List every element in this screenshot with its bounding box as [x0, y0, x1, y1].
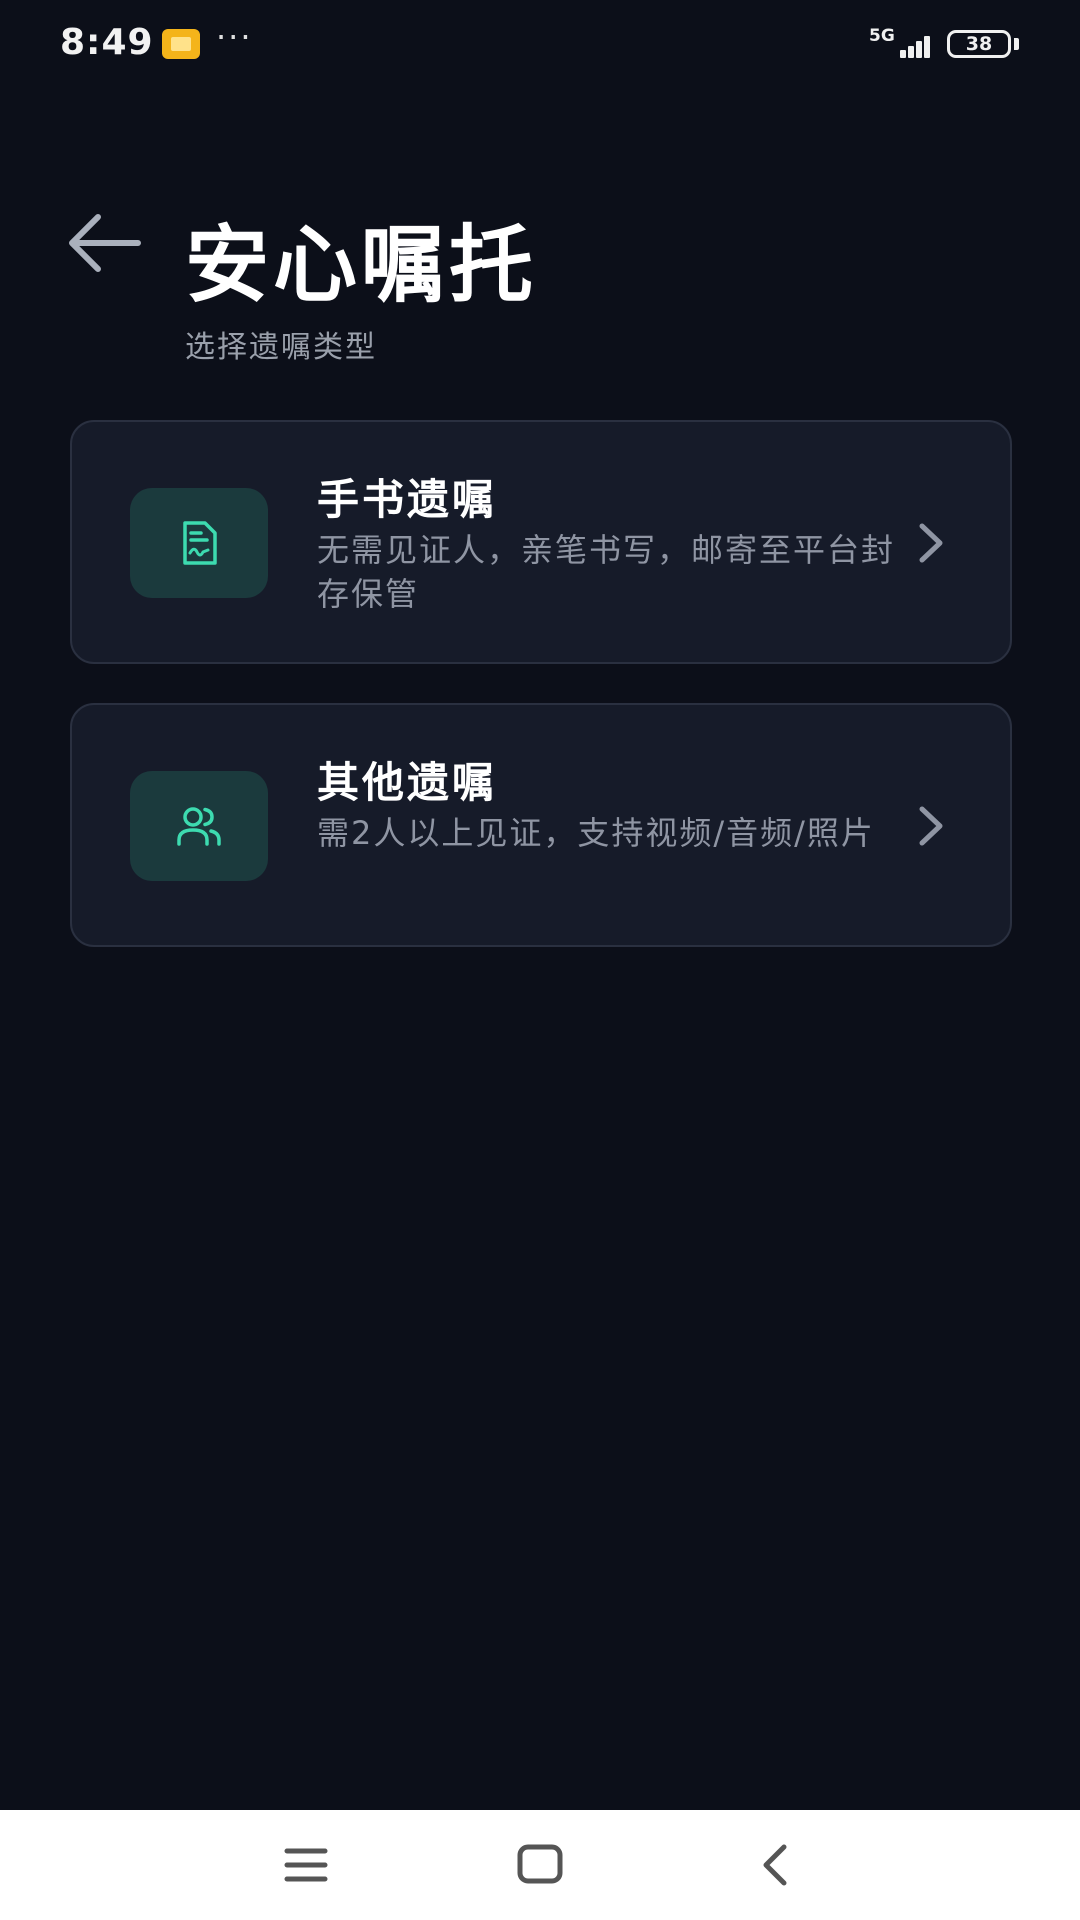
system-back-button[interactable]: [740, 1835, 810, 1895]
more-notifications-icon: ···: [216, 18, 253, 56]
option-other-will[interactable]: 其他遗嘱 需2人以上见证，支持视频/音频/照片: [70, 703, 1012, 947]
option-title: 其他遗嘱: [317, 758, 498, 807]
page-subtitle: 选择遗嘱类型: [185, 330, 377, 365]
screen: 8:49 ··· 5G 38 安心嘱托 选择遗嘱类型 手书遗嘱 无需见证人，亲笔: [0, 0, 1080, 1920]
page-title: 安心嘱托: [185, 216, 538, 314]
system-nav-bar: [0, 1810, 1080, 1920]
menu-icon: [284, 1848, 328, 1882]
icon-container: [130, 488, 268, 598]
recent-apps-button[interactable]: [271, 1835, 341, 1895]
home-button[interactable]: [505, 1835, 575, 1895]
signal-icon: [888, 30, 932, 58]
icon-container: [130, 771, 268, 881]
chevron-right-icon: [919, 806, 943, 846]
option-description: 无需见证人，亲笔书写，邮寄至平台封存保管: [317, 531, 896, 613]
option-handwritten-will[interactable]: 手书遗嘱 无需见证人，亲笔书写，邮寄至平台封存保管: [70, 420, 1012, 664]
back-button[interactable]: [60, 205, 150, 285]
option-title: 手书遗嘱: [317, 475, 498, 524]
battery-icon: [1014, 38, 1019, 50]
notification-app-icon: [162, 29, 200, 59]
battery-level: 38: [947, 30, 1011, 58]
status-bar: 8:49 ··· 5G 38: [0, 0, 1080, 90]
chevron-left-icon: [763, 1844, 787, 1886]
arrow-left-icon: [69, 214, 141, 272]
document-signature-icon: [183, 521, 217, 565]
chevron-right-icon: [919, 523, 943, 563]
status-time: 8:49: [60, 22, 154, 63]
option-description: 需2人以上见证，支持视频/音频/照片: [317, 814, 875, 852]
users-icon: [177, 807, 221, 846]
home-square-icon: [517, 1844, 563, 1884]
